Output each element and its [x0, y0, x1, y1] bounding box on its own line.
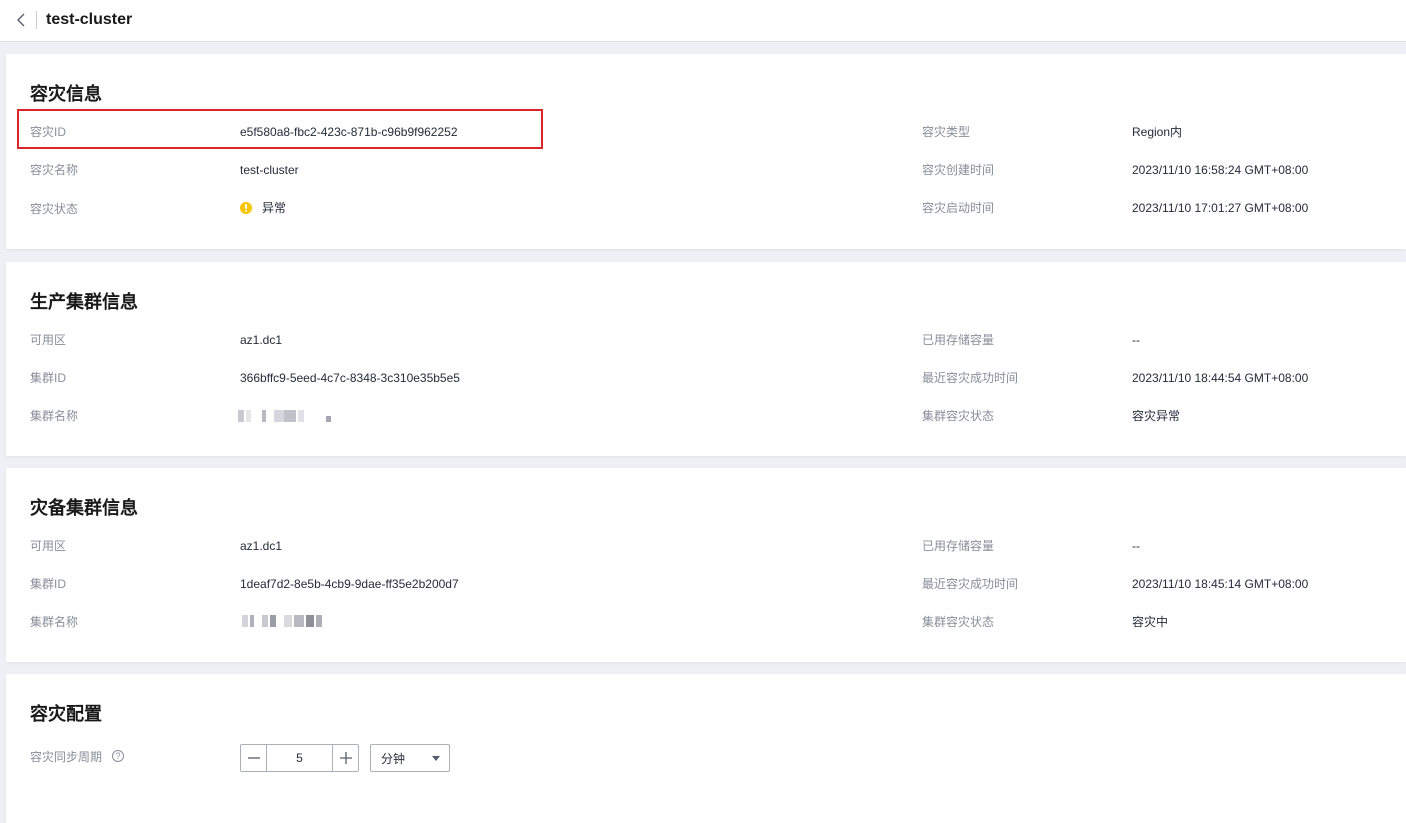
dr-id-label: 容灾ID [30, 125, 67, 139]
back-button[interactable] [12, 9, 32, 31]
increment-button[interactable] [332, 745, 358, 771]
minus-icon [247, 757, 260, 759]
sync-period-stepper [240, 744, 359, 772]
page-title: test-cluster [46, 11, 133, 28]
header-divider [36, 11, 37, 29]
prod-storage-value: -- [1132, 333, 1140, 347]
dr-cluster-status-value: 容灾中 [1132, 615, 1169, 629]
sync-unit-select[interactable]: 分钟 [370, 744, 450, 772]
dr-cluster-id-value: 1deaf7d2-8e5b-4cb9-9dae-ff35e2b200d7 [240, 577, 459, 591]
dr-type-value: Region内 [1132, 125, 1183, 139]
dr-started-value: 2023/11/10 17:01:27 GMT+08:00 [1132, 201, 1309, 215]
prod-az-value: az1.dc1 [240, 333, 283, 347]
prod-id-label: 集群ID [30, 371, 67, 385]
decrement-button[interactable] [241, 745, 267, 771]
prod-last-success-value: 2023/11/10 18:44:54 GMT+08:00 [1132, 371, 1309, 385]
dr-name-label: 容灾名称 [30, 163, 79, 177]
dr-cluster-id-label: 集群ID [30, 577, 67, 591]
dr-status-value: 异常 [262, 201, 287, 215]
dr-last-success-value: 2023/11/10 18:45:14 GMT+08:00 [1132, 577, 1309, 591]
dr-last-success-label: 最近容灾成功时间 [922, 577, 1019, 591]
top-bar: test-cluster [0, 0, 1406, 42]
dr-storage-label: 已用存储容量 [922, 539, 995, 553]
prod-dr-status-label: 集群容灾状态 [922, 409, 995, 423]
prod-last-success-label: 最近容灾成功时间 [922, 371, 1019, 385]
dr-info-card: 容灾信息 容灾ID e5f580a8-fbc2-423c-871b-c96b9f… [6, 54, 1406, 249]
dr-storage-value: -- [1132, 539, 1140, 553]
dr-id-value: e5f580a8-fbc2-423c-871b-c96b9f962252 [240, 125, 458, 139]
sync-period-input[interactable] [267, 745, 332, 771]
dr-cluster-title: 灾备集群信息 [30, 498, 138, 518]
plus-icon [339, 752, 352, 764]
sync-unit-value: 分钟 [381, 752, 406, 766]
dr-type-label: 容灾类型 [922, 125, 971, 139]
dr-cluster-name-label: 集群名称 [30, 615, 79, 629]
prod-name-label: 集群名称 [30, 409, 79, 423]
dr-cluster-card: 灾备集群信息 可用区 az1.dc1 集群ID 1deaf7d2-8e5b-4c… [6, 468, 1406, 662]
dr-started-label: 容灾启动时间 [922, 201, 995, 215]
dr-az-value: az1.dc1 [240, 539, 283, 553]
dr-az-label: 可用区 [30, 539, 67, 553]
question-circle-icon[interactable]: ? [112, 750, 124, 762]
dr-config-card: 容灾配置 容灾同步周期 ? 分钟 [6, 674, 1406, 823]
prod-cluster-card: 生产集群信息 可用区 az1.dc1 集群ID 366bffc9-5eed-4c… [6, 262, 1406, 456]
dr-name-value: test-cluster [240, 163, 299, 177]
chevron-left-icon [17, 13, 25, 27]
prod-id-value: 366bffc9-5eed-4c7c-8348-3c310e35b5e5 [240, 371, 460, 385]
prod-name-masked [238, 410, 338, 422]
dr-status-label: 容灾状态 [30, 202, 79, 216]
prod-cluster-title: 生产集群信息 [30, 292, 138, 312]
dr-cluster-status-label: 集群容灾状态 [922, 615, 995, 629]
dr-config-title: 容灾配置 [30, 704, 102, 724]
dr-info-title: 容灾信息 [30, 84, 102, 104]
prod-dr-status-value: 容灾异常 [1132, 409, 1181, 423]
dr-cluster-name-masked [242, 615, 326, 629]
prod-storage-label: 已用存储容量 [922, 333, 995, 347]
warning-icon [240, 202, 252, 214]
dr-created-label: 容灾创建时间 [922, 163, 995, 177]
prod-az-label: 可用区 [30, 333, 67, 347]
dr-created-value: 2023/11/10 16:58:24 GMT+08:00 [1132, 163, 1309, 177]
caret-down-icon [432, 756, 440, 761]
sync-period-label: 容灾同步周期 [30, 750, 103, 764]
